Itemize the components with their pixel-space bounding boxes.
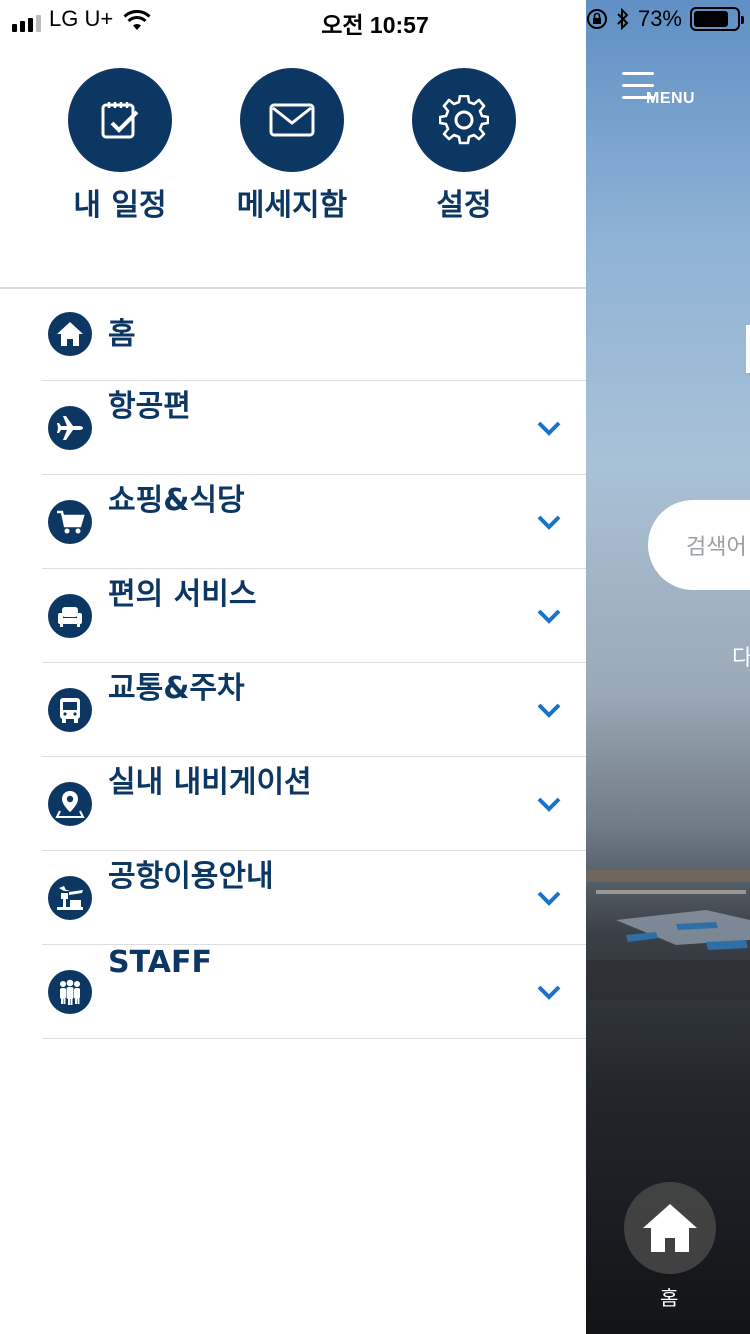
- chevron-down-icon[interactable]: [536, 887, 562, 909]
- map-pin-icon: [55, 791, 85, 818]
- quick-action-my-schedule[interactable]: 내 일정: [40, 68, 200, 224]
- menu-button[interactable]: MENU: [622, 72, 702, 112]
- menu-list: 홈 항공편 쇼핑&식당 편의 서비스 교통&주차 실내 내비게이션 공항이용안내…: [0, 289, 586, 1039]
- menu-item-home[interactable]: 홈: [42, 289, 586, 381]
- menu-item-icon-badge: [48, 594, 92, 638]
- menu-item-transport-parking[interactable]: 교통&주차: [42, 663, 586, 757]
- quick-action-label: 메세지함: [236, 188, 348, 223]
- menu-item-icon-badge: [48, 970, 92, 1014]
- gear-icon: [439, 95, 489, 145]
- title-fragment: [746, 325, 750, 373]
- shopping-cart-icon: [57, 510, 85, 534]
- quick-action-circle: [412, 68, 516, 172]
- menu-item-label: 실내 내비게이션: [108, 765, 312, 800]
- menu-item-staff[interactable]: STAFF: [42, 945, 586, 1039]
- calendar-check-icon: [101, 102, 139, 139]
- menu-item-icon-badge: [48, 312, 92, 356]
- menu-item-label: 공항이용안내: [108, 859, 274, 894]
- search-placeholder: 검색어: [686, 535, 747, 560]
- chevron-down-icon[interactable]: [536, 793, 562, 815]
- menu-item-icon-badge: [48, 688, 92, 732]
- menu-item-icon-badge: [48, 406, 92, 450]
- navigation-drawer: 내 일정 메세지함 설정 홈 항공편 쇼핑&식당 편의 서비스 교통&주차 실내…: [0, 40, 586, 1334]
- menu-item-label: 쇼핑&식당: [108, 483, 245, 518]
- chevron-down-icon[interactable]: [536, 417, 562, 439]
- menu-item-flights[interactable]: 항공편: [42, 381, 586, 475]
- menu-item-icon-badge: [48, 782, 92, 826]
- chevron-down-icon[interactable]: [536, 981, 562, 1003]
- background-app-strip: MENU 검색어 다 홈: [586, 0, 750, 1334]
- menu-item-convenience[interactable]: 편의 서비스: [42, 569, 586, 663]
- battery-icon: [690, 7, 744, 31]
- quick-action-circle: [68, 68, 172, 172]
- quick-actions: 내 일정 메세지함 설정: [0, 68, 586, 228]
- menu-item-icon-badge: [48, 500, 92, 544]
- menu-item-label: 편의 서비스: [108, 577, 257, 612]
- bus-icon: [60, 698, 80, 723]
- home-icon: [643, 1204, 697, 1252]
- sofa-icon: [58, 607, 82, 627]
- status-bar: LG U+ 오전 10:57 73%: [0, 0, 750, 40]
- people-icon: [60, 979, 80, 1005]
- menu-item-icon-badge: [48, 876, 92, 920]
- home-icon: [57, 322, 83, 346]
- menu-item-shopping-dining[interactable]: 쇼핑&식당: [42, 475, 586, 569]
- menu-item-label: 항공편: [108, 389, 191, 424]
- menu-item-label: STAFF: [108, 945, 212, 980]
- home-fab-button[interactable]: [624, 1182, 716, 1274]
- airplane-icon: [57, 416, 83, 440]
- quick-action-label: 설정: [436, 188, 492, 223]
- airport-tower-icon: [57, 886, 83, 910]
- menu-item-label: 교통&주차: [108, 671, 245, 706]
- menu-item-indoor-navigation[interactable]: 실내 내비게이션: [42, 757, 586, 851]
- battery-percent: 73%: [637, 6, 682, 31]
- envelope-icon: [269, 103, 315, 137]
- menu-button-label: MENU: [646, 90, 696, 107]
- bluetooth-icon: [617, 8, 629, 30]
- chevron-down-icon[interactable]: [536, 699, 562, 721]
- chevron-down-icon[interactable]: [536, 605, 562, 627]
- quick-action-settings[interactable]: 설정: [384, 68, 544, 224]
- airport-photo: [586, 870, 750, 1000]
- menu-item-label: 홈: [108, 317, 136, 352]
- subtitle-fragment: 다: [732, 646, 750, 671]
- home-fab-label: 홈: [660, 1286, 679, 1310]
- menu-item-airport-guide[interactable]: 공항이용안내: [42, 851, 586, 945]
- chevron-down-icon[interactable]: [536, 511, 562, 533]
- quick-action-messages[interactable]: 메세지함: [212, 68, 372, 224]
- search-input[interactable]: 검색어: [648, 500, 750, 590]
- orientation-lock-icon: [586, 9, 607, 29]
- quick-action-circle: [240, 68, 344, 172]
- quick-action-label: 내 일정: [73, 188, 167, 223]
